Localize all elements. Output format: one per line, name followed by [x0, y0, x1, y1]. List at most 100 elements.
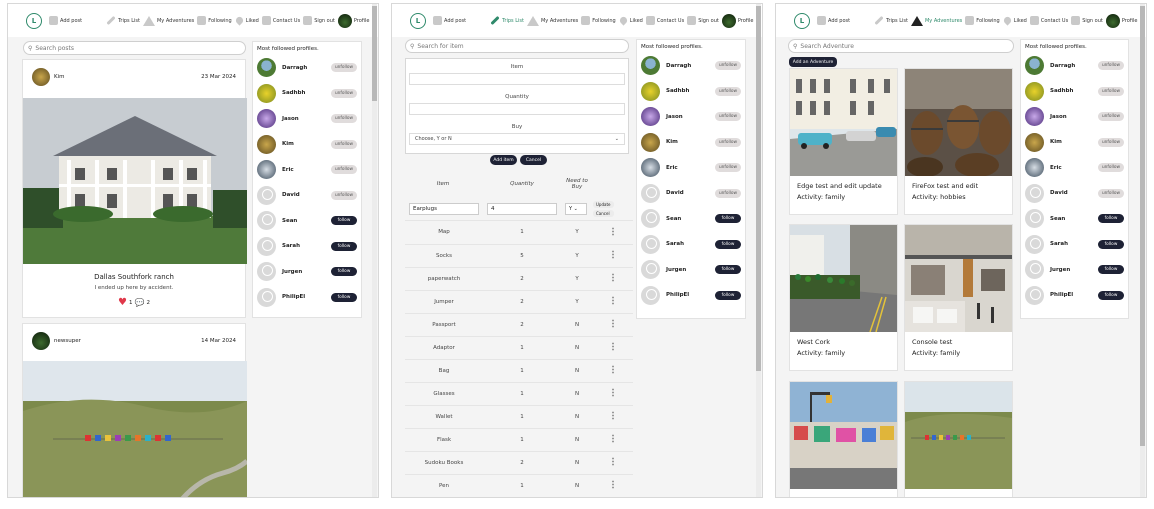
kebab-menu-icon[interactable]	[612, 250, 614, 259]
profile-avatar[interactable]	[1025, 56, 1044, 76]
follow-button[interactable]: follow	[331, 292, 357, 302]
unfollow-button[interactable]: unfollow	[331, 114, 357, 124]
cancel-button[interactable]: Cancel	[520, 155, 547, 165]
like-heart-icon[interactable]: ♥	[118, 297, 127, 308]
default-avatar-icon[interactable]	[257, 262, 276, 282]
post-author-avatar[interactable]	[32, 68, 50, 86]
row-menu[interactable]	[593, 336, 633, 360]
logo-icon[interactable]: L	[794, 12, 810, 29]
profile-name[interactable]: PhilipEl	[282, 294, 331, 300]
unfollow-button[interactable]: unfollow	[331, 63, 357, 73]
profile-name[interactable]: Kim	[666, 139, 715, 145]
nav-add-post[interactable]: Add post	[817, 16, 850, 25]
follow-button[interactable]: follow	[1098, 290, 1124, 300]
default-avatar-icon[interactable]	[257, 236, 276, 256]
profile-avatar[interactable]	[1025, 132, 1044, 152]
row-menu[interactable]	[593, 451, 633, 475]
profile-name[interactable]: Jason	[1050, 114, 1098, 120]
default-avatar-icon[interactable]	[1025, 183, 1044, 203]
follow-button[interactable]: follow	[331, 216, 357, 226]
adventure-card[interactable]: FireFox test and edit Activity: hobbies	[904, 68, 1013, 215]
nav-profile[interactable]: Profile	[1105, 13, 1137, 28]
nav-following[interactable]: Following	[581, 16, 616, 25]
scrollbar[interactable]	[372, 4, 377, 497]
profile-avatar[interactable]	[1025, 158, 1044, 178]
profile-avatar[interactable]	[257, 109, 276, 129]
unfollow-button[interactable]: unfollow	[331, 190, 357, 200]
item-input[interactable]	[409, 73, 625, 85]
adventure-card[interactable]	[904, 381, 1013, 497]
profile-name[interactable]: Sean	[282, 218, 331, 224]
adventure-card[interactable]: Console test Activity: family	[904, 224, 1013, 371]
adventure-image[interactable]	[905, 69, 1012, 176]
nav-liked[interactable]: Liked	[618, 15, 643, 26]
follow-button[interactable]: follow	[715, 290, 741, 300]
kebab-menu-icon[interactable]	[612, 342, 614, 351]
scrollbar-thumb[interactable]	[1140, 6, 1145, 446]
kebab-menu-icon[interactable]	[612, 226, 614, 236]
default-avatar-icon[interactable]	[641, 183, 660, 203]
post-image[interactable]	[23, 98, 247, 264]
row-menu[interactable]	[593, 382, 633, 406]
row-menu[interactable]	[593, 313, 633, 337]
kebab-menu-icon[interactable]	[612, 273, 614, 282]
row-menu[interactable]	[593, 405, 633, 429]
nav-trips-list[interactable]: Trips List	[874, 15, 908, 26]
unfollow-button[interactable]: unfollow	[331, 165, 357, 175]
profile-avatar[interactable]	[641, 81, 660, 101]
profile-name[interactable]: David	[282, 192, 331, 198]
adventure-card[interactable]	[789, 381, 898, 497]
search-adventure-input[interactable]: ⚲ Search Adventure	[788, 39, 1014, 53]
profile-avatar[interactable]	[257, 58, 276, 78]
adventure-image[interactable]	[790, 382, 897, 489]
default-avatar-icon[interactable]	[1025, 234, 1044, 254]
unfollow-button[interactable]: unfollow	[1098, 112, 1124, 122]
adventure-image[interactable]	[905, 225, 1012, 332]
unfollow-button[interactable]: unfollow	[715, 188, 741, 198]
default-avatar-icon[interactable]	[641, 285, 660, 305]
follow-button[interactable]: follow	[715, 214, 741, 224]
kebab-menu-icon[interactable]	[612, 434, 614, 443]
profile-name[interactable]: Sarah	[1050, 241, 1098, 247]
nav-following[interactable]: Following	[197, 16, 232, 25]
add-adventure-button[interactable]: Add an Adventure	[789, 57, 837, 67]
profile-name[interactable]: Jurgen	[666, 267, 715, 273]
default-avatar-icon[interactable]	[1025, 260, 1044, 280]
nav-contact-us[interactable]: Contact Us	[261, 16, 300, 25]
comment-icon[interactable]: 💬	[135, 298, 145, 307]
nav-contact-us[interactable]: Contact Us	[645, 16, 684, 25]
nav-profile[interactable]: Profile	[721, 13, 753, 28]
row-menu[interactable]	[593, 290, 633, 314]
profile-name[interactable]: Jason	[282, 116, 331, 122]
follow-button[interactable]: follow	[331, 241, 357, 251]
profile-name[interactable]: Sadhbh	[282, 90, 331, 96]
add-item-button[interactable]: Add item	[490, 155, 517, 165]
profile-name[interactable]: Kim	[282, 141, 331, 147]
kebab-menu-icon[interactable]	[612, 480, 614, 489]
nav-add-post[interactable]: Add post	[433, 16, 466, 25]
profile-avatar[interactable]	[257, 134, 276, 154]
scrollbar[interactable]	[756, 4, 761, 497]
row-menu[interactable]	[593, 267, 633, 291]
nav-my-adventures[interactable]: My Adventures	[910, 15, 962, 26]
edit-quantity-input[interactable]: 4	[487, 202, 557, 215]
unfollow-button[interactable]: unfollow	[331, 88, 357, 98]
profile-name[interactable]: Sadhbh	[1050, 88, 1098, 94]
profile-name[interactable]: PhilipEl	[1050, 292, 1098, 298]
post-author[interactable]: newsuper	[54, 338, 81, 344]
unfollow-button[interactable]: unfollow	[715, 61, 741, 71]
profile-name[interactable]: David	[1050, 190, 1098, 196]
post-author-avatar[interactable]	[32, 332, 50, 350]
profile-avatar[interactable]	[641, 132, 660, 152]
unfollow-button[interactable]: unfollow	[1098, 137, 1124, 147]
profile-name[interactable]: Sadhbh	[666, 88, 715, 94]
profile-name[interactable]: Sean	[666, 216, 715, 222]
buy-select[interactable]: Choose, Y or N ⌄	[409, 133, 625, 145]
profile-name[interactable]: Sarah	[666, 241, 715, 247]
scrollbar[interactable]	[1140, 4, 1145, 497]
follow-button[interactable]: follow	[1098, 265, 1124, 275]
post-image[interactable]	[23, 361, 247, 498]
kebab-menu-icon[interactable]	[612, 319, 614, 328]
profile-name[interactable]: PhilipEl	[666, 292, 715, 298]
unfollow-button[interactable]: unfollow	[715, 163, 741, 173]
